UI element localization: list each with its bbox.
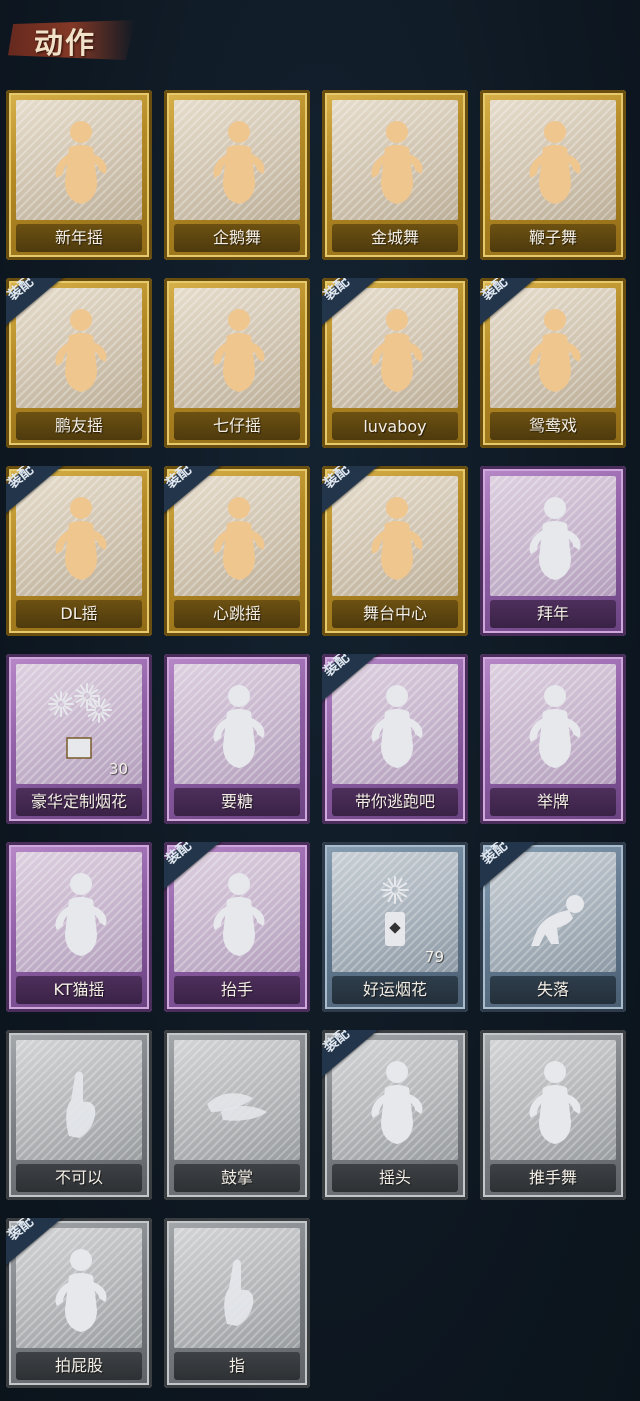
- equipped-badge: 装配: [480, 842, 546, 894]
- emote-figure: [197, 1052, 277, 1148]
- emote-figure: [513, 1052, 593, 1148]
- emote-figure: [39, 676, 119, 772]
- emote-name: 不可以: [54, 1168, 103, 1187]
- emote-card[interactable]: 鞭子舞: [480, 90, 626, 260]
- emote-name: 心跳摇: [212, 604, 261, 623]
- emote-card[interactable]: 鹏友摇 装配: [6, 278, 152, 448]
- emote-name: DL摇: [60, 604, 98, 623]
- emote-name: KT猫摇: [53, 980, 105, 999]
- emote-name: 拜年: [536, 604, 569, 623]
- figure-ask-icon: [213, 685, 265, 768]
- emote-figure: [39, 1052, 119, 1148]
- emote-figure: [39, 112, 119, 208]
- emote-card[interactable]: 拍屁股 装配: [6, 1218, 152, 1388]
- emote-name: 鸳鸯戏: [528, 416, 577, 435]
- emote-name: 七仔摇: [212, 416, 261, 435]
- emote-card[interactable]: 七仔摇: [164, 278, 310, 448]
- emote-name: 失落: [536, 980, 569, 999]
- equipped-badge: 装配: [6, 466, 72, 518]
- emote-name: 推手舞: [528, 1168, 577, 1187]
- emote-page: 动作 新年摇 企鹅舞 金城舞 鞭子舞 鹏友摇 装配 七仔摇 luvaboy 装配 鸳鸯戏 装配 DL摇…: [0, 0, 640, 1401]
- emote-card[interactable]: 新年摇: [6, 90, 152, 260]
- emote-card[interactable]: 30 豪华定制烟花: [6, 654, 152, 824]
- emote-name: 舞台中心: [362, 604, 427, 623]
- emote-card[interactable]: 不可以: [6, 1030, 152, 1200]
- emote-name: 好运烟花: [362, 980, 427, 999]
- fireworks-box-icon: [48, 683, 112, 759]
- emote-name: 带你逃跑吧: [354, 792, 435, 811]
- emote-figure: [513, 488, 593, 584]
- emote-card[interactable]: 79 好运烟花: [322, 842, 468, 1012]
- emote-figure: [355, 864, 435, 960]
- emote-figure: [355, 112, 435, 208]
- firework-can-icon: [381, 876, 409, 946]
- figure-shake-icon: [55, 121, 107, 204]
- equipped-badge: 装配: [322, 654, 388, 706]
- emote-card[interactable]: 金城舞: [322, 90, 468, 260]
- emote-name: luvaboy: [363, 417, 427, 436]
- emote-figure: [197, 112, 277, 208]
- emote-name: 新年摇: [54, 228, 103, 247]
- equipped-badge: 装配: [164, 466, 230, 518]
- emote-name: 企鹅舞: [212, 228, 261, 247]
- emote-figure: [513, 112, 593, 208]
- clapping-hands-icon: [207, 1093, 267, 1121]
- emote-card[interactable]: 鼓掌: [164, 1030, 310, 1200]
- emote-card[interactable]: 拜年: [480, 466, 626, 636]
- finger-wag-icon: [66, 1071, 96, 1138]
- emote-name: 举牌: [536, 792, 569, 811]
- equipped-badge: 装配: [6, 1218, 72, 1270]
- emote-name: 豪华定制烟花: [30, 792, 127, 811]
- emote-card[interactable]: KT猫摇: [6, 842, 152, 1012]
- emote-name: 抬手: [220, 980, 253, 999]
- equipped-badge: 装配: [322, 1030, 388, 1082]
- emote-grid: 新年摇 企鹅舞 金城舞 鞭子舞 鹏友摇 装配 七仔摇 luvaboy 装配 鸳鸯戏 装配 DL摇 装配心…: [0, 0, 640, 1401]
- figure-bow-icon: [529, 497, 581, 580]
- emote-figure: [197, 300, 277, 396]
- emote-card[interactable]: 鸳鸯戏 装配: [480, 278, 626, 448]
- emote-card[interactable]: DL摇 装配: [6, 466, 152, 636]
- emote-name: 鹏友摇: [54, 416, 103, 435]
- emote-figure: [197, 1240, 277, 1336]
- figure-shake-icon: [213, 309, 265, 392]
- emote-name: 鼓掌: [220, 1168, 253, 1187]
- item-count: 30: [108, 760, 128, 778]
- emote-card[interactable]: 举牌: [480, 654, 626, 824]
- emote-card[interactable]: 指: [164, 1218, 310, 1388]
- emote-card[interactable]: 心跳摇 装配: [164, 466, 310, 636]
- emote-name: 摇头: [378, 1168, 411, 1187]
- emote-figure: [197, 676, 277, 772]
- figure-dance-icon: [371, 121, 423, 204]
- emote-card[interactable]: 摇头 装配: [322, 1030, 468, 1200]
- emote-card[interactable]: 抬手 装配: [164, 842, 310, 1012]
- figure-penguin-dance-icon: [213, 121, 265, 204]
- emote-name: 指: [228, 1356, 245, 1375]
- emote-card[interactable]: 舞台中心 装配: [322, 466, 468, 636]
- equipped-badge: 装配: [480, 278, 546, 330]
- figure-shake-icon: [55, 873, 107, 956]
- equipped-badge: 装配: [164, 842, 230, 894]
- emote-card[interactable]: 企鹅舞: [164, 90, 310, 260]
- figure-sign-icon: [529, 685, 581, 768]
- pointing-hand-icon: [224, 1259, 254, 1326]
- emote-name: 金城舞: [370, 228, 419, 247]
- emote-card[interactable]: 失落 装配: [480, 842, 626, 1012]
- emote-card[interactable]: luvaboy 装配: [322, 278, 468, 448]
- emote-card[interactable]: 带你逃跑吧 装配: [322, 654, 468, 824]
- emote-card[interactable]: 推手舞: [480, 1030, 626, 1200]
- emote-card[interactable]: 要糖: [164, 654, 310, 824]
- emote-name: 拍屁股: [54, 1356, 103, 1375]
- emote-name: 鞭子舞: [528, 228, 577, 247]
- item-count: 79: [424, 948, 444, 966]
- equipped-badge: 装配: [6, 278, 72, 330]
- figure-push-dance-icon: [529, 1061, 581, 1144]
- emote-figure: [513, 676, 593, 772]
- equipped-badge: 装配: [322, 278, 388, 330]
- figure-whip-dance-icon: [529, 121, 581, 204]
- equipped-badge: 装配: [322, 466, 388, 518]
- emote-name: 要糖: [220, 792, 253, 811]
- emote-figure: [39, 864, 119, 960]
